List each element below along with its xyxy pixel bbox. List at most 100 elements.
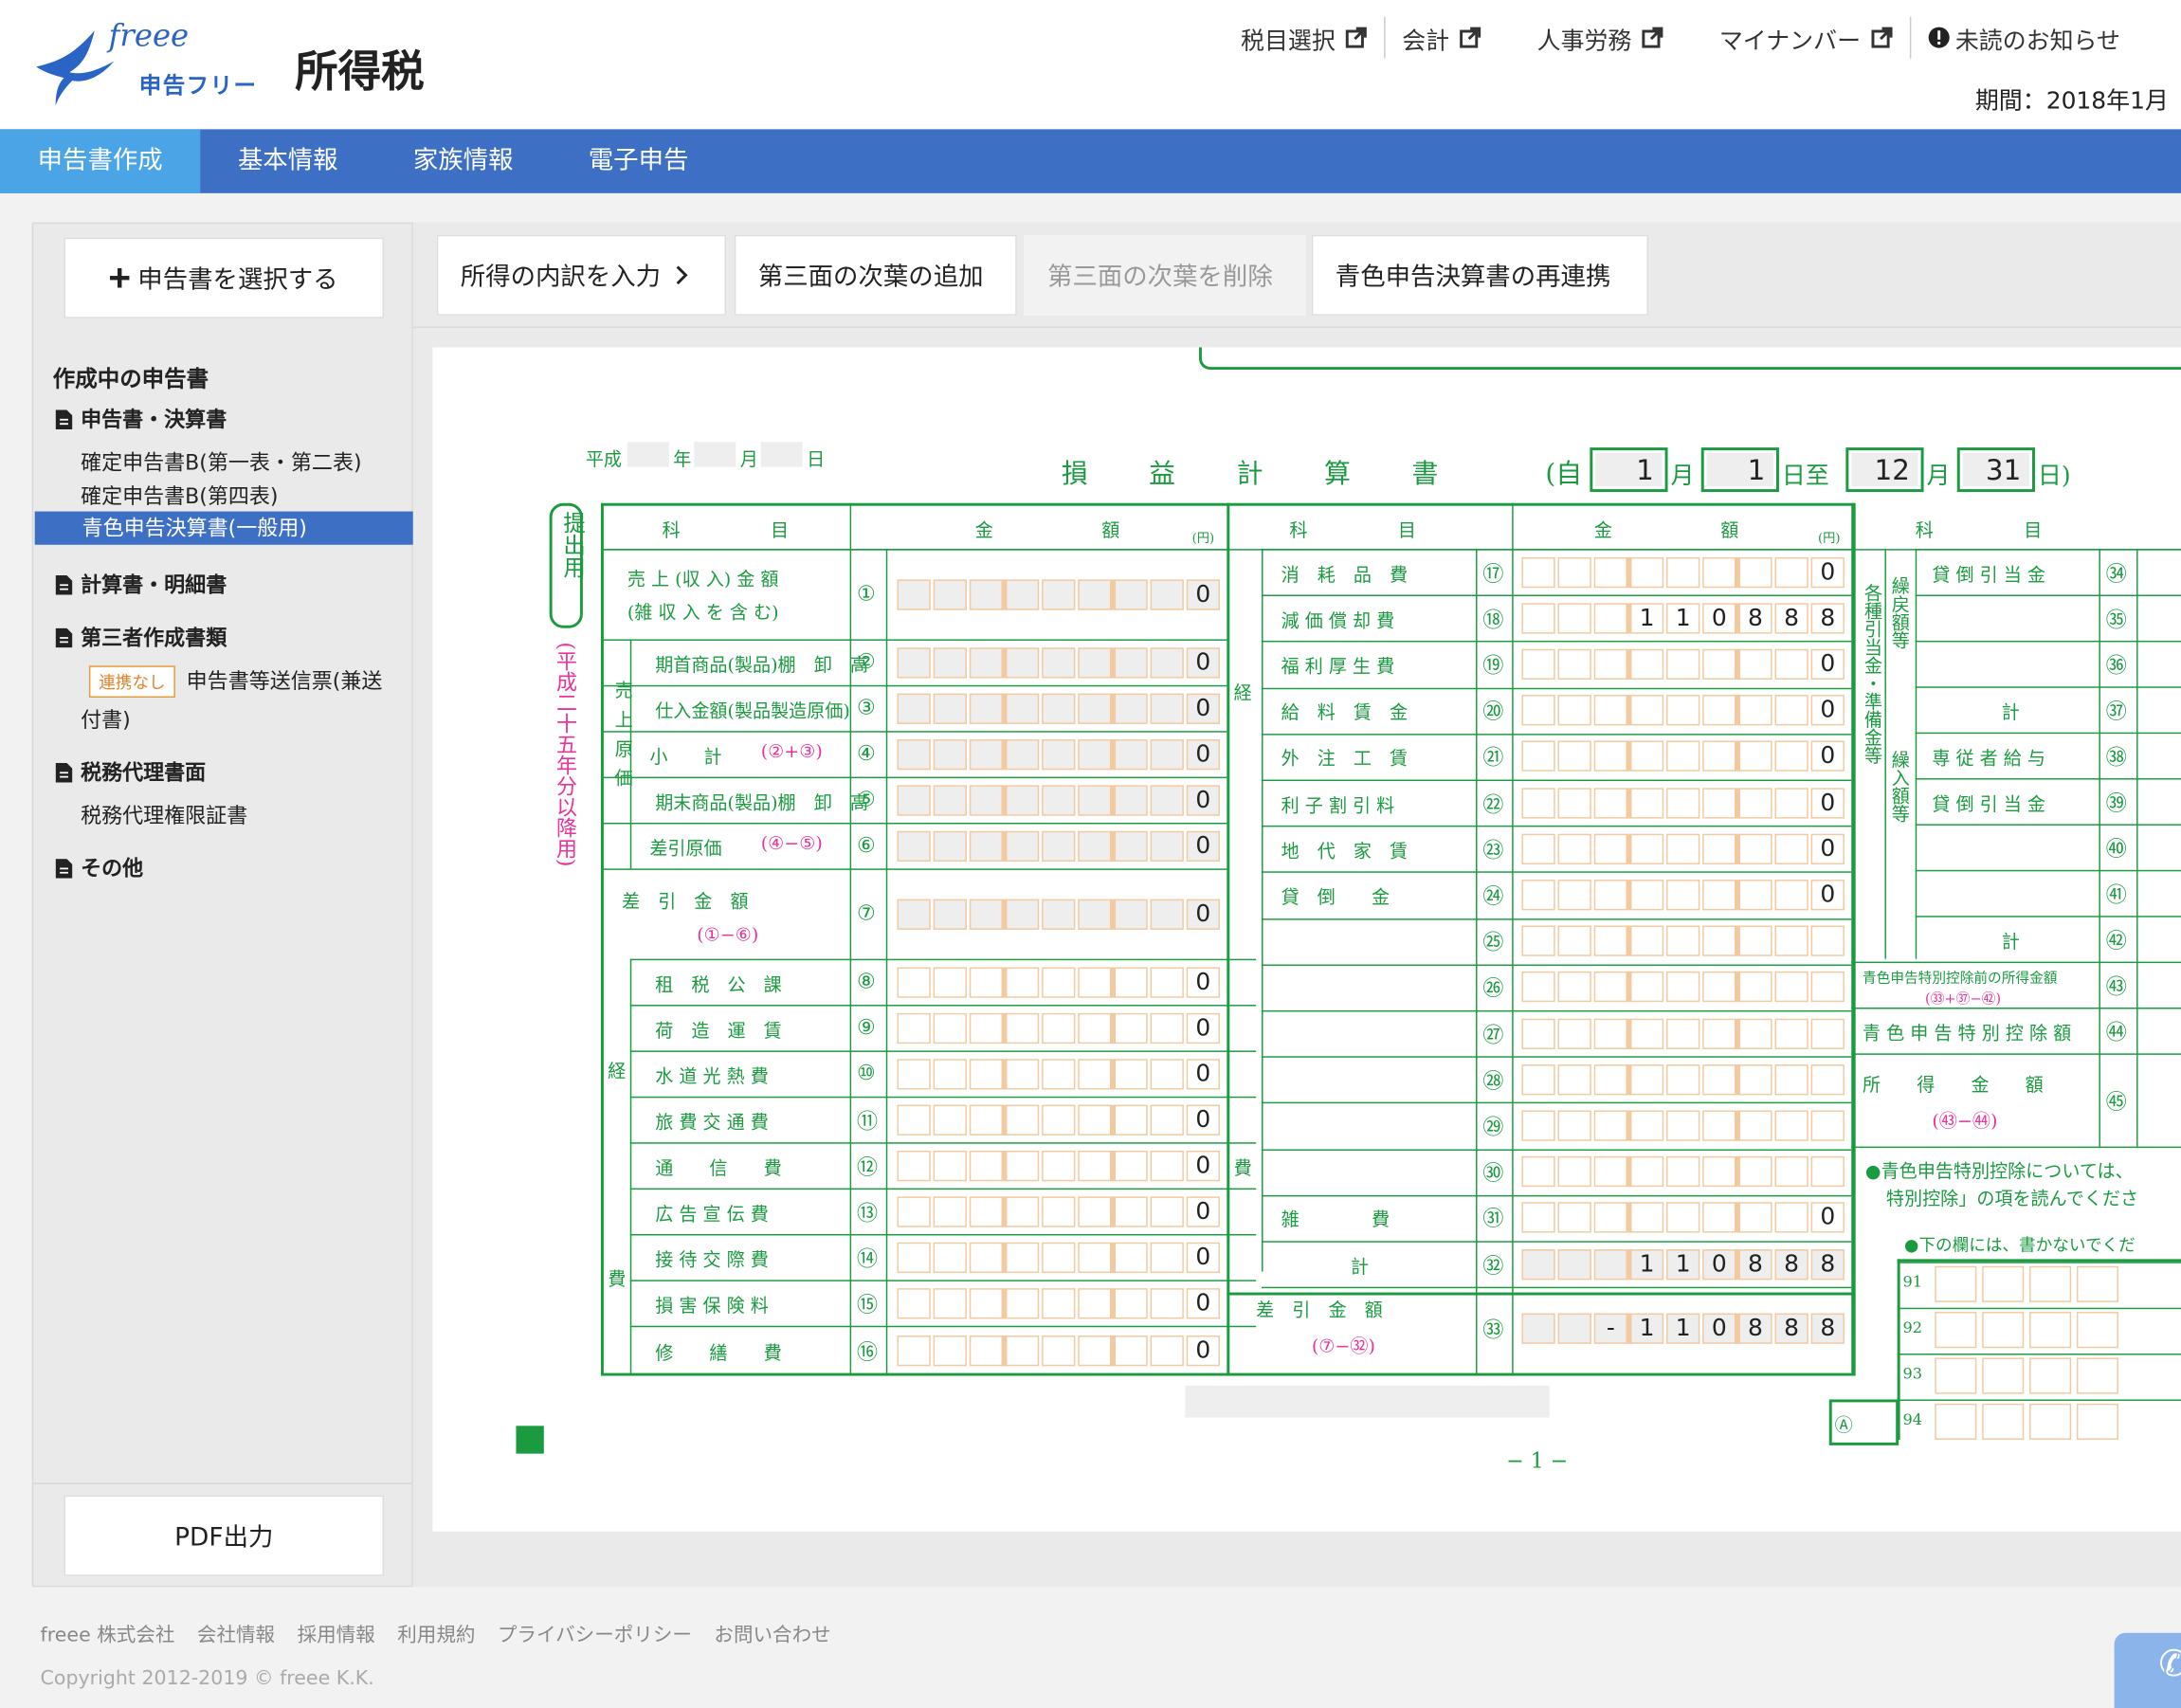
mid-amount-cell — [1521, 695, 1555, 726]
footer-link[interactable]: freee 株式会社 — [41, 1621, 175, 1648]
grid-line — [629, 1005, 1257, 1007]
end-month-value[interactable]: 12 — [1851, 452, 1918, 487]
sidebar-cat-agent[interactable]: 税務代理書面 — [55, 757, 206, 787]
grid-line — [1476, 549, 1478, 1376]
grid-line — [1915, 869, 2181, 872]
bottom-cell — [2076, 1265, 2119, 1302]
mid-amount-cell — [1521, 1063, 1555, 1096]
mid-amount-cell — [1774, 695, 1808, 726]
row-calc: (㉝+㊲−㊷) — [1925, 991, 2002, 1008]
select-return-button[interactable]: 申告書を選択する — [64, 237, 385, 318]
footer-link[interactable]: 採用情報 — [298, 1621, 375, 1648]
tab-family-info[interactable]: 家族情報 — [375, 129, 551, 192]
mid-amount-cell — [1521, 556, 1555, 588]
thousands-mark — [1626, 833, 1632, 864]
accounting-link[interactable]: 会計 — [1386, 20, 1499, 55]
bottom-cell — [2076, 1403, 2119, 1440]
sidebar: 申告書を選択する 作成中の申告書 申告書・決算書 確定申告書B(第一表・第二表)… — [31, 222, 413, 1588]
mid-amount-cell — [1738, 1018, 1772, 1049]
mid-amount-cell — [1593, 741, 1627, 772]
tax-select-link[interactable]: 税目選択 — [1224, 20, 1384, 55]
col-header: 金 額 — [1593, 520, 1739, 542]
sidebar-cat-calc[interactable]: 計算書・明細書 — [55, 570, 227, 599]
tab-e-filing[interactable]: 電子申告 — [551, 129, 726, 192]
thousands-mark — [1734, 556, 1740, 588]
add-page-button[interactable]: 第三面の次葉の追加 — [734, 234, 1017, 316]
thousands-mark — [1001, 1195, 1008, 1226]
amount-digit: 0 — [1195, 647, 1211, 677]
grid-line — [1851, 961, 2181, 964]
sidebar-item-transmission[interactable]: 連携なし 申告書等送信票(兼送 — [88, 665, 382, 699]
mid-amount-cell — [1810, 1063, 1845, 1096]
row-number: ㉖ — [1482, 975, 1504, 1002]
left-amount-cell — [1078, 830, 1112, 862]
row-label: 給 料 賃 金 — [1281, 703, 1409, 725]
amount-digit: 0 — [1195, 1105, 1211, 1134]
phone-icon[interactable]: ✆ — [2114, 1632, 2181, 1708]
mynumber-link[interactable]: マイナンバー — [1681, 20, 1910, 55]
grid-line — [629, 1325, 1257, 1328]
bottom-cell — [1982, 1403, 2025, 1440]
left-amount-cell — [897, 1012, 931, 1044]
row-number: ⑬ — [856, 1200, 879, 1226]
sidebar-cat-other[interactable]: その他 — [55, 853, 143, 882]
row-number: ⑨ — [856, 1013, 876, 1039]
start-month-value[interactable]: 1 — [1595, 452, 1663, 487]
document-viewer[interactable]: 平成年月日損 益 計 算 書 (自 1 月 1 日至 12 月 31 日) 提出用 (平成二十五年分以… — [412, 328, 2181, 1588]
footer-link[interactable]: お問い合わせ — [714, 1621, 830, 1648]
sidebar-item-return-b-1[interactable]: 確定申告書B(第一表・第二表) — [81, 447, 361, 477]
left-amount-cell — [1078, 1195, 1112, 1226]
tab-basic-info[interactable]: 基本情報 — [200, 129, 375, 192]
sidebar-item-blue-return[interactable]: 青色申告決算書(一般用) — [34, 511, 413, 545]
mid-amount-cell — [1774, 972, 1808, 1003]
amount-digit: 0 — [1820, 742, 1836, 771]
mid-amount-cell — [1738, 833, 1772, 864]
pdf-export-button[interactable]: PDF出力 — [64, 1495, 385, 1576]
grid-line — [600, 549, 1227, 551]
hr-link[interactable]: 人事労務 — [1498, 20, 1680, 55]
row-number: ㊷ — [2105, 927, 2127, 954]
footer-link[interactable]: 会社情報 — [197, 1621, 275, 1648]
left-amount-cell — [1078, 1058, 1112, 1089]
grid-line — [600, 868, 1227, 870]
grid-line — [1851, 1146, 2181, 1149]
end-day-value[interactable]: 31 — [1962, 452, 2030, 487]
mid-amount-cell — [1629, 972, 1664, 1003]
thousands-mark — [1001, 738, 1008, 770]
row-label: 旅 費 交 通 費 — [655, 1112, 769, 1134]
sidebar-item-transmission-cont[interactable]: 付書) — [81, 704, 131, 734]
thousands-mark — [1734, 1018, 1740, 1049]
amount-digit: 0 — [1195, 1151, 1211, 1180]
amount-digit: 1 — [1639, 604, 1655, 632]
start-day-value[interactable]: 1 — [1706, 452, 1774, 487]
row-number: 94 — [1902, 1410, 1923, 1429]
form-page: 平成年月日損 益 計 算 書 (自 1 月 1 日至 12 月 31 日) 提出用 (平成二十五年分以… — [432, 347, 2181, 1532]
tab-create-return[interactable]: 申告書作成 — [0, 129, 201, 193]
date-field — [627, 442, 669, 467]
grid-line — [885, 549, 888, 1376]
footer-link[interactable]: 利用規約 — [397, 1621, 475, 1648]
grid-line — [600, 822, 1227, 825]
resync-button[interactable]: 青色申告決算書の再連携 — [1311, 234, 1648, 316]
thousands-mark — [1734, 833, 1740, 864]
freee-logo[interactable]: freee 申告フリー — [33, 20, 283, 106]
notice-link[interactable]: 未読のお知らせ — [1911, 20, 2137, 55]
footer-link[interactable]: プライバシーポリシー — [498, 1621, 692, 1648]
mid-amount-cell — [1666, 880, 1700, 911]
amount-digit: 0 — [1820, 1204, 1836, 1232]
bottom-cell — [1982, 1265, 2025, 1302]
row-number: ㊵ — [2105, 835, 2127, 862]
income-detail-button[interactable]: 所得の内訳を入力 — [436, 234, 727, 316]
delete-page-button[interactable]: 第三面の次葉を削除 — [1024, 234, 1306, 316]
left-amount-cell — [897, 1058, 931, 1089]
left-amount-cell — [1150, 830, 1184, 862]
left-amount-cell — [1006, 1242, 1040, 1273]
sidebar-item-agent-cert[interactable]: 税務代理権限証書 — [81, 801, 247, 830]
mid-amount-cell — [1557, 1018, 1591, 1049]
mid-amount-cell — [1702, 1156, 1736, 1188]
sidebar-cat-third-party[interactable]: 第三者作成書類 — [55, 623, 227, 652]
row-number: ㊲ — [2105, 698, 2127, 724]
toolbar: 所得の内訳を入力 第三面の次葉の追加 第三面の次葉を削除 青色申告決算書の再連携 — [412, 222, 2181, 329]
left-amount-cell — [1150, 1103, 1184, 1136]
sidebar-item-return-b-4[interactable]: 確定申告書B(第四表) — [81, 481, 278, 510]
